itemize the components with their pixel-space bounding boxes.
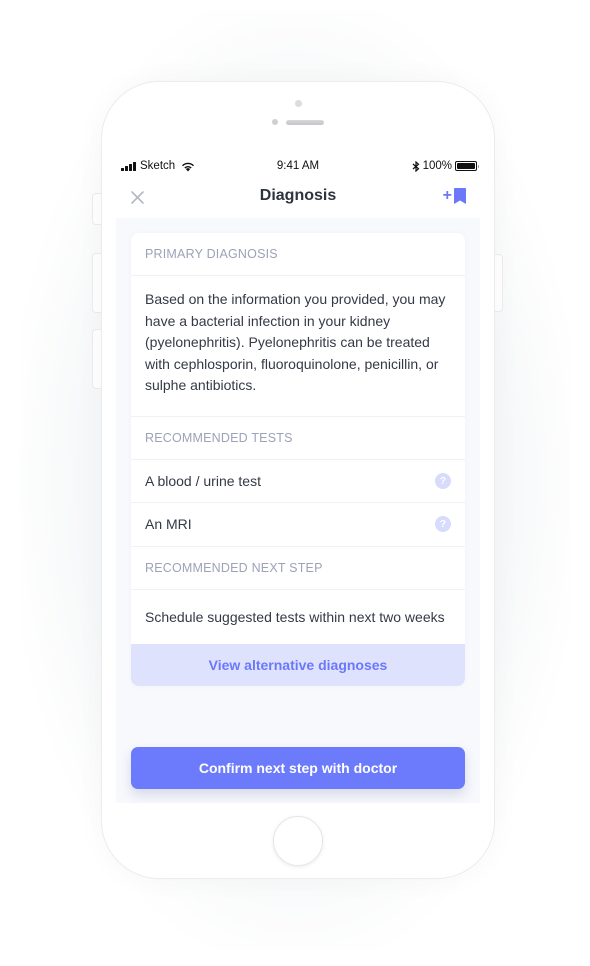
power-button [494,254,503,312]
bookmark-icon [454,188,466,204]
diagnosis-card: PRIMARY DIAGNOSIS Based on the informati… [131,233,465,686]
recommended-next-step-header: RECOMMENDED NEXT STEP [131,547,465,590]
view-alternative-diagnoses-button[interactable]: View alternative diagnoses [131,643,465,686]
plus-icon: + [442,187,452,204]
confirm-next-step-button[interactable]: Confirm next step with doctor [131,747,465,789]
add-bookmark-button[interactable]: + [443,188,466,204]
test-item[interactable]: A blood / urine test ? [131,460,465,503]
status-bar: Sketch 9:41 AM 100% [116,152,480,180]
front-camera [295,100,302,107]
home-button[interactable] [273,816,323,866]
primary-diagnosis-text: Based on the information you provided, y… [131,276,465,417]
page-title: Diagnosis [259,187,337,204]
navigation-bar: Diagnosis + [116,180,480,218]
test-item[interactable]: An MRI ? [131,503,465,547]
bluetooth-icon [412,160,420,172]
help-icon[interactable]: ? [435,472,451,489]
earpiece-speaker [286,120,324,125]
screen: Sketch 9:41 AM 100% Diagnosis + PRIMARY … [116,152,480,803]
test-item-label: A blood / urine test [145,472,261,489]
content-area: PRIMARY DIAGNOSIS Based on the informati… [116,218,480,803]
battery-icon [455,161,479,171]
recommended-tests-header: RECOMMENDED TESTS [131,417,465,460]
help-icon[interactable]: ? [435,516,451,533]
proximity-sensor [272,119,278,125]
primary-diagnosis-header: PRIMARY DIAGNOSIS [131,233,465,276]
test-item-label: An MRI [145,516,192,533]
battery-percent: 100% [422,160,452,172]
next-step-text: Schedule suggested tests within next two… [145,608,445,625]
